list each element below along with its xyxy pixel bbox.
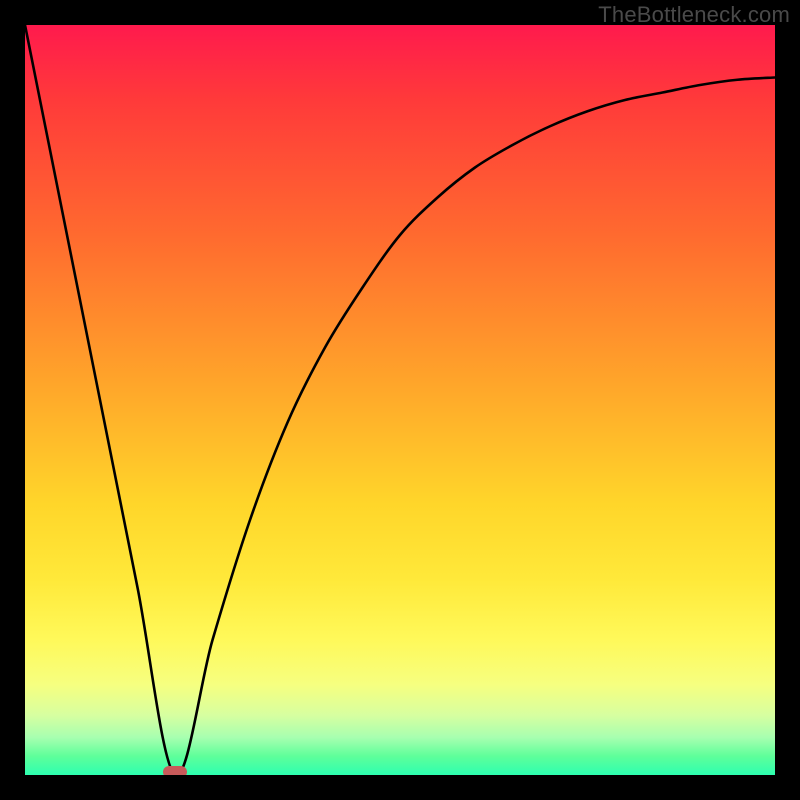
bottleneck-curve xyxy=(25,25,775,775)
watermark-text: TheBottleneck.com xyxy=(598,2,790,28)
plot-area xyxy=(25,25,775,775)
optimum-marker xyxy=(163,766,187,775)
chart-frame: TheBottleneck.com xyxy=(0,0,800,800)
curve-path xyxy=(25,25,775,775)
